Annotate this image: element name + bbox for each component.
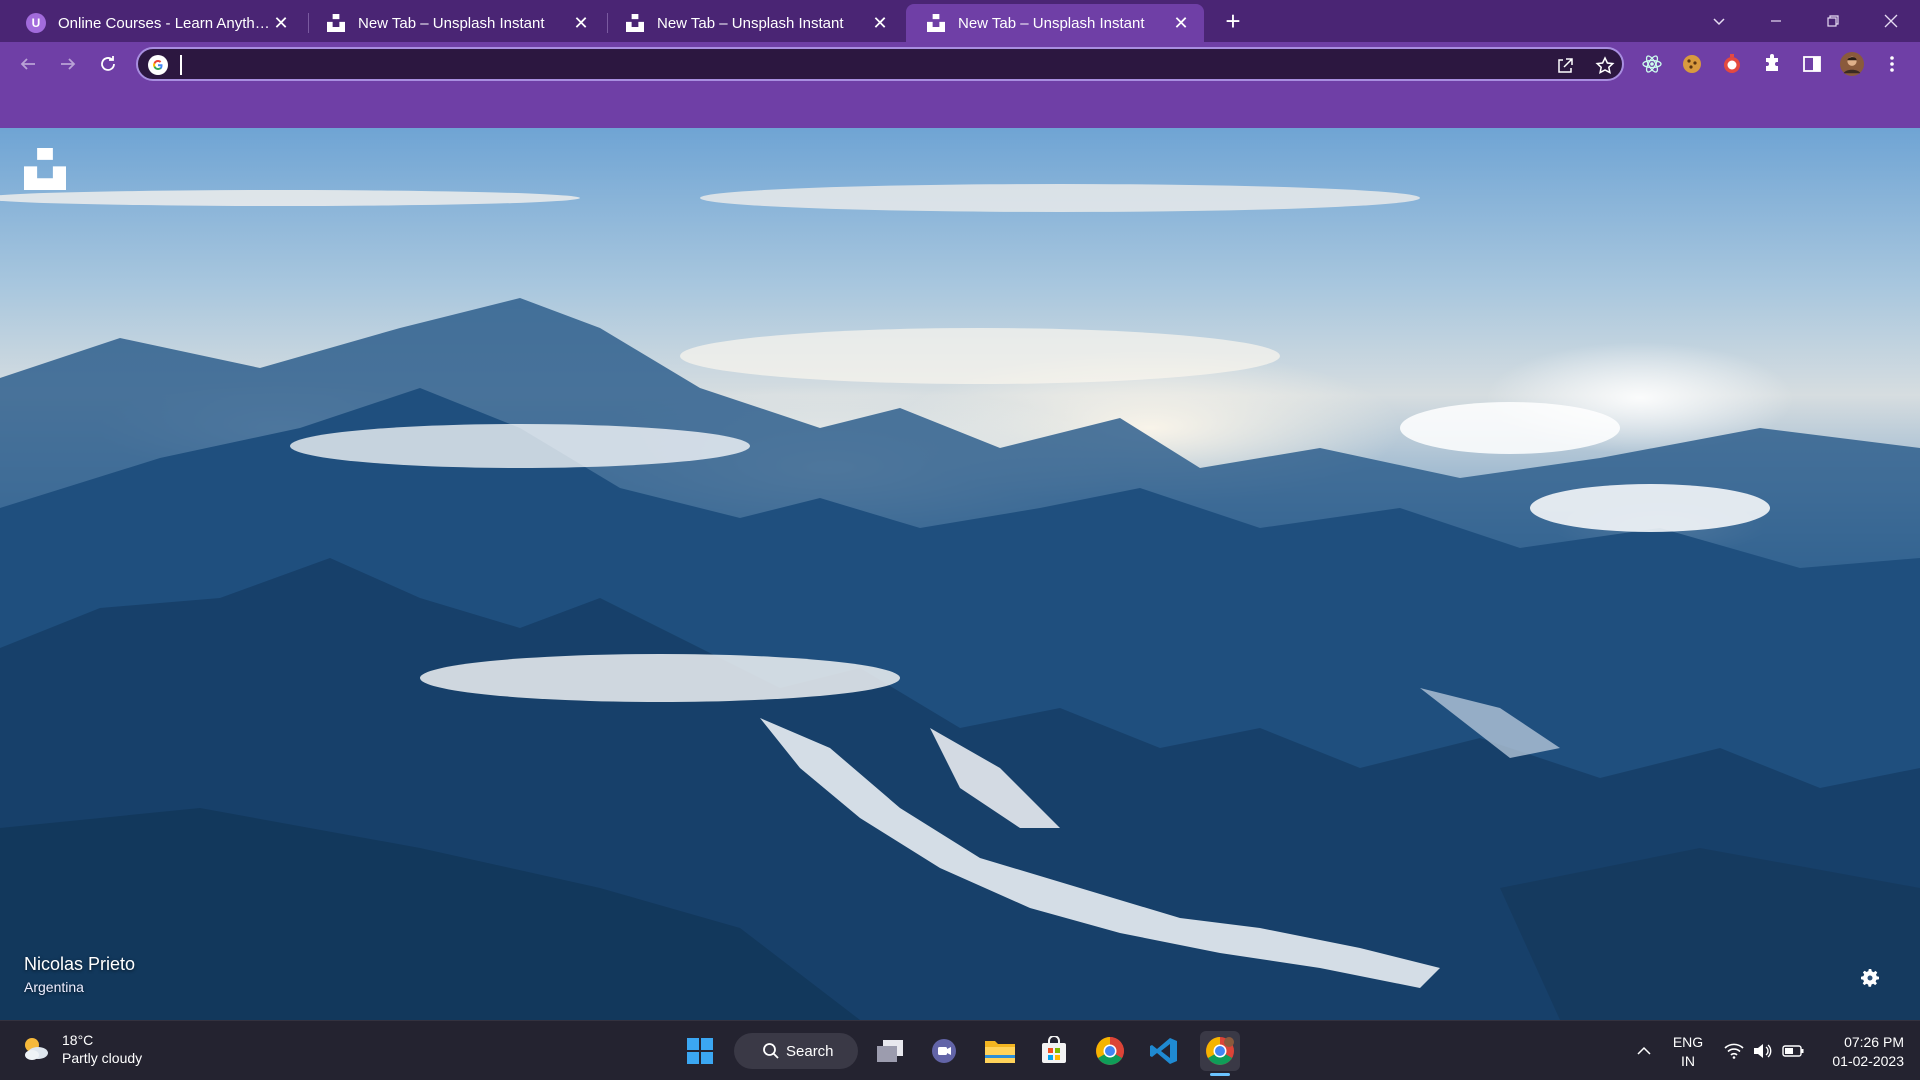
reload-icon[interactable] — [92, 48, 124, 80]
clock-time: 07:26 PM — [1844, 1034, 1904, 1050]
bookmark-bar — [0, 86, 1920, 128]
tab-search-icon[interactable] — [1696, 4, 1742, 38]
tab-strip: U Online Courses - Learn Anything, ✕ New… — [0, 0, 1920, 42]
tab-udemy[interactable]: U Online Courses - Learn Anything, ✕ — [6, 4, 304, 42]
show-hidden-icons-chevron-icon[interactable] — [1632, 1031, 1656, 1071]
unsplash-logo-icon[interactable] — [24, 148, 66, 190]
minimize-icon[interactable] — [1753, 4, 1799, 38]
side-panel-icon[interactable] — [1800, 52, 1824, 76]
unsplash-icon — [625, 13, 645, 33]
close-window-icon[interactable] — [1868, 4, 1914, 38]
system-clock[interactable]: 07:26 PM 01-02-2023 — [1814, 1033, 1904, 1071]
bookmark-star-icon[interactable] — [1594, 55, 1616, 77]
tab-title: New Tab – Unsplash Instant — [958, 14, 1145, 32]
chrome-profile-icon[interactable] — [1200, 1031, 1240, 1071]
close-tab-icon[interactable]: ✕ — [270, 12, 292, 34]
tab-title: New Tab – Unsplash Instant — [657, 14, 844, 32]
search-label: Search — [786, 1042, 834, 1060]
battery-icon[interactable] — [1780, 1031, 1806, 1071]
address-bar[interactable] — [136, 47, 1624, 81]
share-icon[interactable] — [1554, 55, 1576, 77]
volume-icon[interactable] — [1750, 1031, 1774, 1071]
browser-toolbar — [0, 42, 1920, 86]
partly-cloudy-icon — [25, 1038, 48, 1060]
extensions-puzzle-icon[interactable] — [1760, 52, 1784, 76]
task-view-icon[interactable] — [870, 1031, 910, 1071]
close-tab-icon[interactable]: ✕ — [570, 12, 592, 34]
weather-description: Partly cloudy — [62, 1050, 143, 1066]
start-windows-icon[interactable] — [680, 1031, 720, 1071]
timer-extension-icon[interactable] — [1720, 52, 1744, 76]
weather-temperature: 18°C — [62, 1032, 94, 1048]
file-explorer-icon[interactable] — [980, 1031, 1020, 1071]
clock-date: 01-02-2023 — [1832, 1053, 1904, 1069]
udemy-icon: U — [26, 13, 46, 33]
google-icon — [148, 55, 168, 75]
language-indicator[interactable]: ENG IN — [1670, 1033, 1706, 1071]
mountain-landscape — [0, 184, 1920, 1020]
address-input[interactable] — [178, 52, 1528, 76]
unsplash-icon — [926, 13, 946, 33]
text-caret — [180, 55, 182, 75]
tab-unsplash-2[interactable]: New Tab – Unsplash Instant ✕ — [605, 4, 903, 42]
close-tab-icon[interactable]: ✕ — [1170, 12, 1192, 34]
vscode-icon[interactable] — [1144, 1031, 1184, 1071]
windows-taskbar: 18°C Partly cloudy Search ENG IN 07:26 P… — [0, 1020, 1920, 1080]
profile-avatar-icon[interactable] — [1840, 52, 1864, 76]
tab-title: Online Courses - Learn Anything, — [58, 14, 270, 32]
unsplash-icon — [326, 13, 346, 33]
close-tab-icon[interactable]: ✕ — [869, 12, 891, 34]
wifi-icon[interactable] — [1722, 1031, 1746, 1071]
weather-widget[interactable]: 18°C Partly cloudy — [20, 1031, 142, 1067]
microsoft-store-icon[interactable] — [1034, 1031, 1074, 1071]
photo-credit[interactable]: Nicolas Prieto Argentina — [24, 954, 135, 995]
tab-unsplash-active[interactable]: New Tab – Unsplash Instant ✕ — [906, 4, 1204, 42]
search-icon — [763, 1043, 779, 1059]
unsplash-background-photo: Nicolas Prieto Argentina — [0, 128, 1920, 1020]
photographer-name[interactable]: Nicolas Prieto — [24, 954, 135, 975]
menu-kebab-icon[interactable] — [1880, 52, 1904, 76]
cookie-icon[interactable] — [1680, 52, 1704, 76]
new-tab-button[interactable]: + — [1218, 8, 1248, 36]
active-app-indicator — [1210, 1073, 1230, 1076]
tab-unsplash-1[interactable]: New Tab – Unsplash Instant ✕ — [306, 4, 604, 42]
photo-location[interactable]: Argentina — [24, 979, 135, 995]
react-devtools-icon[interactable] — [1640, 52, 1664, 76]
taskbar-search-button[interactable]: Search — [734, 1033, 858, 1069]
settings-gear-icon[interactable] — [1858, 966, 1882, 990]
forward-icon[interactable] — [52, 48, 84, 80]
back-icon[interactable] — [12, 48, 44, 80]
teams-chat-icon[interactable] — [924, 1031, 964, 1071]
tab-title: New Tab – Unsplash Instant — [358, 14, 545, 32]
restore-icon[interactable] — [1810, 4, 1856, 38]
chrome-icon[interactable] — [1090, 1031, 1130, 1071]
